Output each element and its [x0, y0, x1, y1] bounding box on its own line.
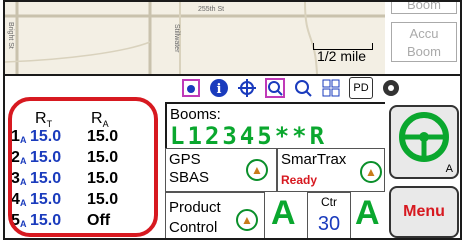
rate-row[interactable]: 2 A 15.0 15.0 — [11, 149, 161, 167]
map-view[interactable]: Bright St 255th St Stillwater 1/2 mile — [5, 2, 385, 76]
boom-top-button[interactable]: Boom — [391, 2, 457, 14]
rate-row[interactable]: 1 A 15.0 15.0 — [11, 128, 161, 146]
booms-label: Booms: — [170, 106, 221, 123]
product-control-cell[interactable]: Product Control ▲ — [165, 192, 265, 238]
product-right-mode[interactable]: A — [355, 194, 380, 233]
product-left-mode[interactable]: A — [271, 194, 296, 233]
rate-row[interactable]: 3 A 15.0 15.0 — [11, 170, 161, 188]
ctr-label: Ctr — [321, 195, 337, 209]
boom-number: 1 — [11, 128, 20, 145]
actual-rate: Off — [87, 212, 111, 229]
boom-number: 5 — [11, 212, 20, 229]
rate-row[interactable]: 5 A 15.0 Off — [11, 212, 161, 230]
actual-rate: 15.0 — [87, 170, 119, 187]
road-label-left: Bright St — [7, 22, 14, 49]
vehicle-view-icon[interactable] — [181, 78, 201, 98]
screen-frame: Bright St 255th St Stillwater 1/2 mile B… — [3, 0, 462, 240]
target-rate: 15.0 — [30, 128, 62, 145]
steer-mode: A — [445, 163, 453, 175]
smartrax-label: SmarTrax — [281, 151, 347, 168]
actual-rate: 15.0 — [87, 149, 119, 166]
settings-icon[interactable] — [381, 78, 401, 98]
steering-button[interactable]: A — [389, 105, 459, 179]
boom-number-sub: A — [20, 219, 27, 229]
map-scale-label: 1/2 mile — [317, 48, 367, 64]
pd-sub: D — [360, 82, 369, 94]
road-label-top: 255th St — [198, 6, 225, 13]
zoom-out-icon[interactable] — [293, 78, 313, 98]
svg-text:i: i — [217, 82, 222, 97]
zoom-in-icon[interactable] — [265, 78, 285, 98]
gps-target-icon[interactable] — [237, 78, 257, 98]
smartrax-cell[interactable]: SmarTrax Ready ▲ — [277, 148, 385, 192]
map-toolbar: i PD — [175, 75, 460, 101]
gps-label: GPS — [169, 151, 201, 168]
boom-number: 2 — [11, 149, 20, 166]
target-rate: 15.0 — [30, 191, 62, 208]
accu-boom-button[interactable]: Accu Boom — [391, 22, 457, 62]
rate-row[interactable]: 4 A 15.0 15.0 — [11, 191, 161, 209]
top-right-panel: Boom Accu Boom — [385, 2, 460, 76]
pd-icon[interactable]: PD — [349, 77, 373, 99]
target-rate: 15.0 — [30, 170, 62, 187]
accu-boom-label: Boom — [407, 44, 441, 59]
ra-header: RA — [91, 110, 109, 130]
boom-number-sub: A — [20, 198, 27, 208]
boom-number: 3 — [11, 170, 20, 187]
thumbs-up-icon: ▲ — [236, 209, 258, 231]
grid-icon[interactable] — [321, 78, 341, 98]
accu-label: Accu — [409, 26, 439, 41]
boom-number: 4 — [11, 191, 20, 208]
boom-number-sub: A — [20, 135, 27, 145]
booms-panel[interactable]: Booms: L12345**R — [165, 102, 385, 150]
control-label: Control — [169, 219, 218, 236]
boom-number-sub: A — [20, 156, 27, 166]
gps-status-cell[interactable]: GPS SBAS ▲ — [165, 148, 277, 192]
ctr-value: 30 — [317, 213, 341, 235]
product-counter-cell: Ctr 30 — [307, 192, 351, 238]
target-rate: 15.0 — [30, 149, 62, 166]
info-icon[interactable]: i — [209, 78, 229, 98]
target-rate: 15.0 — [30, 212, 62, 229]
thumbs-up-icon: ▲ — [360, 161, 382, 183]
road-label-vertical: Stillwater — [173, 24, 180, 53]
actual-rate: 15.0 — [87, 128, 119, 145]
smartrax-status: Ready — [281, 173, 318, 187]
booms-status: L12345**R — [170, 122, 328, 150]
actual-rate: 15.0 — [87, 191, 119, 208]
rt-header: RT — [35, 110, 53, 130]
thumbs-up-icon: ▲ — [246, 159, 268, 181]
gps-mode: SBAS — [169, 169, 210, 186]
boom-number-sub: A — [20, 177, 27, 187]
rate-panel: RT RA 1 A 15.0 15.0 2 A 15.0 15.0 3 A 15.0 15.0 4 A 15… — [5, 102, 163, 238]
product-label: Product — [169, 199, 221, 216]
menu-button[interactable]: Menu — [389, 186, 459, 238]
